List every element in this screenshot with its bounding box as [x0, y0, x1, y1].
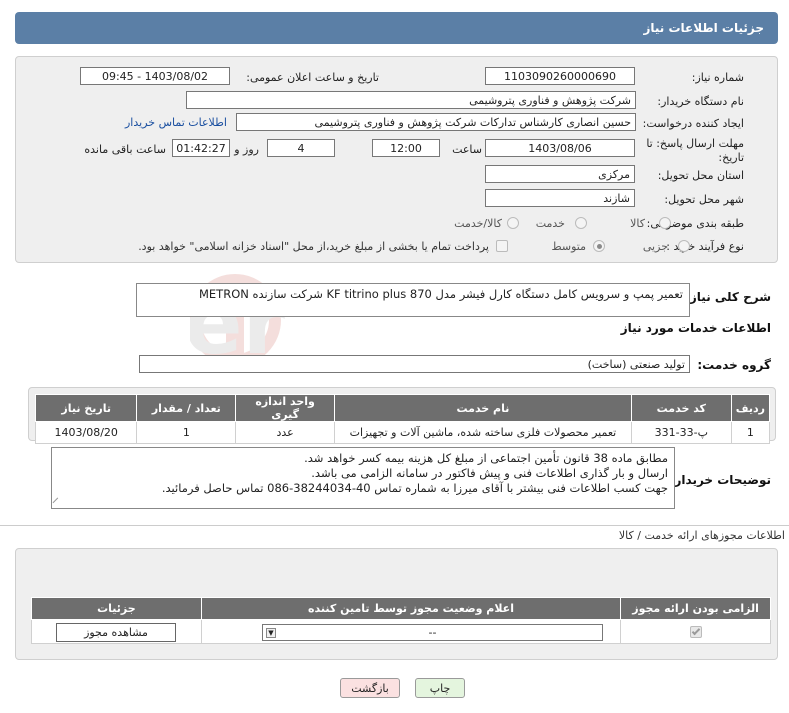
remaining-label: ساعت باقی مانده [84, 143, 166, 156]
permits-title: اطلاعات مجوزهای ارائه خدمت / کالا [618, 529, 785, 542]
check-icon [691, 626, 700, 636]
resize-grip-icon[interactable] [52, 497, 63, 508]
col-details: جزئیات [31, 597, 202, 620]
cell-row: 1 [730, 421, 771, 444]
need-number-label: شماره نیاز: [691, 71, 744, 84]
permits-divider [0, 525, 789, 526]
view-permit-button[interactable]: مشاهده مجوز [56, 623, 176, 642]
province-field: مرکزی [485, 165, 635, 183]
col-status: اعلام وضعیت مجوز توسط تامین کننده [200, 597, 622, 620]
category-radio-service[interactable] [575, 217, 587, 229]
deadline-label: مهلت ارسال پاسخ: تا تاریخ: [646, 137, 744, 164]
province-label: استان محل تحویل: [657, 169, 744, 182]
process-option-partial: جزیی [642, 240, 668, 253]
services-title: اطلاعات خدمات مورد نیاز [620, 321, 771, 335]
permits-table-header: الزامی بودن ارائه مجوز اعلام وضعیت مجوز … [31, 597, 771, 620]
cell-qty: 1 [136, 421, 237, 444]
category-radio-goods[interactable] [659, 217, 671, 229]
permit-status-value: -- [428, 626, 437, 639]
description-label: شرح کلی نیاز: [685, 290, 771, 304]
chevron-down-icon: ▼ [266, 628, 276, 638]
cell-code: پ-33-331 [630, 421, 732, 444]
cell-date: 1403/08/20 [34, 421, 138, 444]
service-group-field: تولید صنعتی (ساخت) [139, 355, 690, 373]
services-table-header: ردیف کد خدمت نام خدمت واحد اندازه گیری ت… [34, 394, 771, 422]
city-label: شهر محل تحویل: [664, 193, 744, 206]
page-header: جزئیات اطلاعات نیاز [15, 12, 778, 44]
col-row: ردیف [730, 394, 771, 422]
buyer-org-label: نام دستگاه خریدار: [657, 95, 744, 108]
buyer-notes-label: توضیحات خریدار: [669, 473, 771, 487]
col-qty: تعداد / مقدار [136, 394, 237, 422]
category-radio-goods-service[interactable] [507, 217, 519, 229]
announce-label: تاریخ و ساعت اعلان عمومی: [246, 71, 379, 84]
required-checkbox [689, 626, 702, 638]
buyer-note-line: مطابق ماده 38 قانون تأمین اجتماعی از مبل… [304, 451, 668, 465]
process-option-medium: متوسط [551, 240, 586, 253]
category-option-goods: کالا [630, 217, 645, 230]
process-radio-partial[interactable] [678, 240, 690, 252]
col-unit: واحد اندازه گیری [235, 394, 336, 422]
cell-required [620, 619, 771, 644]
cell-unit: عدد [235, 421, 336, 444]
back-button[interactable]: بازگشت [340, 678, 400, 698]
col-required: الزامی بودن ارائه مجوز [620, 597, 771, 620]
remaining-time-field: 01:42:27 [172, 139, 230, 157]
deadline-time-label: ساعت [452, 143, 482, 156]
category-option-service: خدمت [535, 217, 565, 230]
category-option-goods-service: کالا/خدمت [454, 217, 502, 230]
deadline-time-field: 12:00 [372, 139, 440, 157]
page-title: جزئیات اطلاعات نیاز [643, 21, 764, 35]
payment-note: پرداخت تمام یا بخشی از مبلغ خرید،از محل … [138, 240, 489, 253]
permit-status-select[interactable]: -- ▼ [262, 624, 603, 641]
col-code: کد خدمت [630, 394, 732, 422]
buyer-notes-textarea: مطابق ماده 38 قانون تأمین اجتماعی از مبل… [51, 447, 675, 509]
buyer-note-line: ارسال و بار گذاری اطلاعات فنی و پیش فاکت… [311, 466, 668, 480]
description-textarea: تعمیر پمپ و سرویس کامل دستگاه کارل فیشر … [136, 283, 690, 317]
announce-field: 1403/08/02 - 09:45 [80, 67, 230, 85]
buyer-org-field: شرکت پژوهش و فناوری پتروشیمی [186, 91, 636, 109]
requester-label: ایجاد کننده درخواست: [642, 117, 744, 130]
service-group-label: گروه خدمت: [697, 358, 771, 372]
buyer-contact-link[interactable]: اطلاعات تماس خریدار [125, 116, 227, 129]
requester-field: حسین انصاری کارشناس تدارکات شرکت پژوهش و… [236, 113, 636, 131]
cell-name: تعمیر محصولات فلزی ساخته شده، ماشین آلات… [334, 421, 632, 444]
services-table: ردیف کد خدمت نام خدمت واحد اندازه گیری ت… [34, 394, 771, 444]
process-radio-medium[interactable] [593, 240, 605, 252]
need-number-field: 1103090260000690 [485, 67, 635, 85]
table-row: 1 پ-33-331 تعمیر محصولات فلزی ساخته شده،… [34, 421, 771, 444]
deadline-date-field: 1403/08/06 [485, 139, 635, 157]
buyer-note-line: جهت کسب اطلاعات فنی بیشتر با آقای میرزا … [161, 481, 668, 495]
payment-checkbox[interactable] [496, 240, 508, 252]
days-label: روز و [234, 143, 259, 156]
city-field: شازند [485, 189, 635, 207]
col-name: نام خدمت [334, 394, 632, 422]
print-button[interactable]: چاپ [415, 678, 465, 698]
days-field: 4 [267, 139, 335, 157]
col-date: تاریخ نیاز [34, 394, 138, 422]
